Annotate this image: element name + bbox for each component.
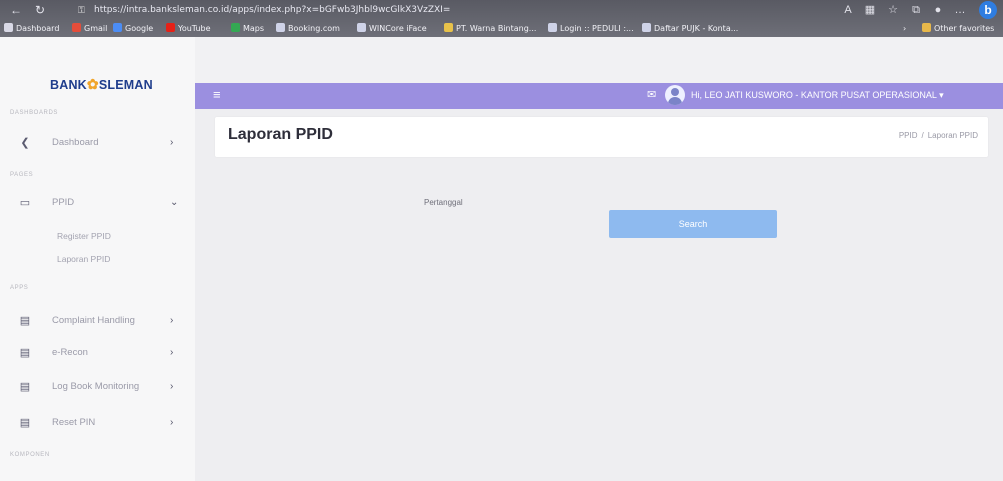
breadcrumb-item-laporan: Laporan PPID <box>927 131 978 140</box>
breadcrumb: PPID / Laporan PPID <box>899 131 978 140</box>
user-menu[interactable]: Hi, LEO JATI KUSWORO - KANTOR PUSAT OPER… <box>691 89 944 102</box>
bing-icon[interactable]: b <box>979 1 997 19</box>
sidebar-item-reset-pin[interactable]: ▤ Reset PIN › <box>0 413 195 433</box>
avatar-head <box>671 88 679 96</box>
sidebar-item-label: Reset PIN <box>52 417 96 428</box>
monitor-icon: ▭ <box>19 197 31 209</box>
section-apps: APPS <box>10 285 29 291</box>
breadcrumb-separator: / <box>921 131 924 140</box>
document-icon <box>276 23 285 32</box>
avatar[interactable] <box>665 85 685 105</box>
section-components: KOMPONEN <box>10 452 50 458</box>
favorite-daftar-pujk[interactable]: Daftar PUJK - Konta... <box>642 22 738 35</box>
star-icon <box>444 23 453 32</box>
bank-sleman-logo[interactable]: BANK✿SLEMAN <box>50 76 153 94</box>
document-icon <box>642 23 651 32</box>
top-navbar: ≡ ✉ Hi, LEO JATI KUSWORO - KANTOR PUSAT … <box>195 83 1003 109</box>
calendar-icon: ▤ <box>19 315 31 327</box>
extensions-icon[interactable]: ▦ <box>862 2 878 18</box>
google-icon <box>113 23 122 32</box>
favorite-wincore[interactable]: WINCore iFace <box>357 22 427 35</box>
youtube-icon <box>166 23 175 32</box>
section-dashboards: DASHBOARDS <box>10 110 59 116</box>
sidebar-item-ppid[interactable]: ▭ PPID ⌄ <box>0 193 195 213</box>
dashboard-icon: ❮ <box>20 137 30 149</box>
chevron-right-icon: › <box>170 417 174 428</box>
profile-icon[interactable]: ● <box>930 2 946 18</box>
chevron-right-icon: › <box>170 381 174 392</box>
favorite-maps[interactable]: Maps <box>231 22 264 35</box>
logo-swirl-icon: ✿ <box>86 76 99 92</box>
favorite-booking[interactable]: Booking.com <box>276 22 340 35</box>
sidebar-item-label: Complaint Handling <box>52 315 135 326</box>
bookmark-icon <box>4 23 13 32</box>
favorite-warna-bintang[interactable]: PT. Warna Bintang... <box>444 22 536 35</box>
search-button[interactable]: Search <box>609 210 777 238</box>
lock-icon: ⚿ <box>78 5 85 15</box>
browser-chrome: ← ↻ ⚿ https://intra.banksleman.co.id/app… <box>0 0 1003 37</box>
favorite-google[interactable]: Google <box>113 22 153 35</box>
refresh-icon[interactable]: ↻ <box>32 3 48 17</box>
favorites-overflow-icon[interactable]: › <box>903 22 906 35</box>
hamburger-menu-icon[interactable]: ≡ <box>213 86 227 104</box>
read-aloud-icon[interactable]: A <box>840 2 856 18</box>
page-header-card: Laporan PPID PPID / Laporan PPID <box>215 117 988 157</box>
caret-down-icon: ▾ <box>939 90 944 100</box>
page-title: Laporan PPID <box>228 126 333 143</box>
sidebar-subitem-register-ppid[interactable]: Register PPID <box>57 231 111 241</box>
favorite-youtube[interactable]: YouTube <box>166 22 211 35</box>
address-bar[interactable]: https://intra.banksleman.co.id/apps/inde… <box>94 3 654 17</box>
folder-icon <box>922 23 931 32</box>
sidebar-item-complaint-handling[interactable]: ▤ Complaint Handling › <box>0 311 195 331</box>
address-row: ← ↻ ⚿ https://intra.banksleman.co.id/app… <box>0 0 1003 20</box>
favorite-dashboard[interactable]: Dashboard <box>4 22 59 35</box>
back-icon[interactable]: ← <box>8 3 24 17</box>
breadcrumb-item-ppid[interactable]: PPID <box>899 131 918 140</box>
sidebar-item-label: PPID <box>52 197 75 208</box>
favorite-gmail[interactable]: Gmail <box>72 22 107 35</box>
favorite-star-icon[interactable]: ☆ <box>885 2 901 18</box>
avatar-body <box>668 97 682 105</box>
calendar-icon: ▤ <box>19 417 31 429</box>
mail-icon[interactable]: ✉ <box>647 88 661 102</box>
other-favorites[interactable]: Other favorites <box>922 22 994 35</box>
section-pages: PAGES <box>10 172 34 178</box>
document-icon <box>548 23 557 32</box>
main-content: Laporan PPID PPID / Laporan PPID Pertangga… <box>195 109 1003 481</box>
favorite-peduli[interactable]: Login :: PEDULI :... <box>548 22 634 35</box>
collections-icon[interactable]: ⧉ <box>908 2 924 18</box>
calendar-icon: ▤ <box>19 381 31 393</box>
sidebar-subitem-laporan-ppid[interactable]: Laporan PPID <box>57 254 110 264</box>
sidebar-item-label: e-Recon <box>52 347 88 358</box>
sidebar-item-e-recon[interactable]: ▤ e-Recon › <box>0 343 195 363</box>
chevron-right-icon: › <box>170 137 174 148</box>
sidebar-item-dashboard[interactable]: ❮ Dashboard › <box>0 133 195 153</box>
chevron-right-icon: › <box>170 347 174 358</box>
document-icon <box>357 23 366 32</box>
maps-icon <box>231 23 240 32</box>
calendar-icon: ▤ <box>19 347 31 359</box>
favorites-bar: Dashboard Gmail Google YouTube Maps Book… <box>0 20 1003 37</box>
pertanggal-label: Pertanggal <box>424 198 463 207</box>
more-options-icon[interactable]: … <box>952 2 968 18</box>
sidebar-item-log-book-monitoring[interactable]: ▤ Log Book Monitoring › <box>0 377 195 397</box>
chevron-down-icon: ⌄ <box>170 197 179 208</box>
sidebar-item-label: Dashboard <box>52 137 99 148</box>
gmail-icon <box>72 23 81 32</box>
sidebar-item-label: Log Book Monitoring <box>52 381 140 392</box>
chevron-right-icon: › <box>170 315 174 326</box>
